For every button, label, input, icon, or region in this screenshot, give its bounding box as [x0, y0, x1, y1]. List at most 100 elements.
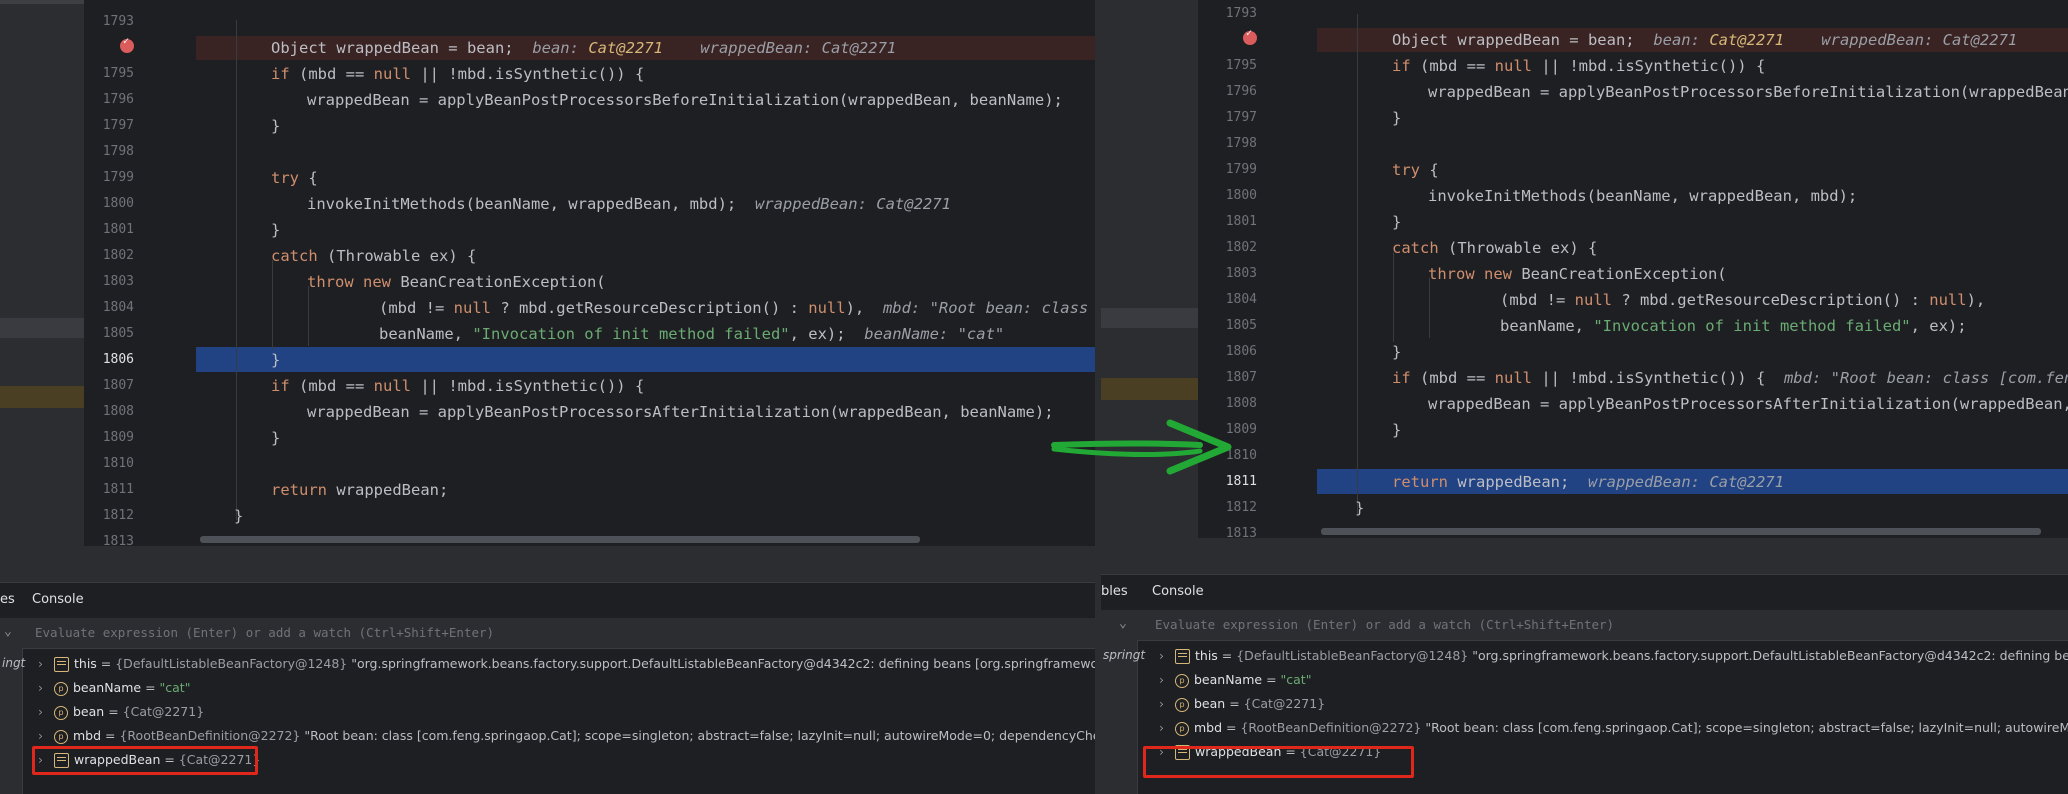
line-number: 1798: [102, 144, 134, 159]
code-line-1797: }: [1392, 109, 1402, 127]
line-number: 1798: [1225, 136, 1257, 151]
code-line-1807: if (mbd == null || !mbd.isSynthetic()) {: [271, 377, 645, 395]
code-line-1799: try {: [1392, 161, 1439, 179]
line-number: 1808: [102, 404, 134, 419]
chevron-right-icon[interactable]: ›: [38, 652, 54, 676]
indent-guide: [1429, 278, 1430, 338]
tab-variables[interactable]: es: [0, 592, 15, 607]
annotation-arrow-icon: [1051, 419, 1232, 475]
code-line-1805: beanName, "Invocation of init method fai…: [379, 325, 1005, 343]
line-number: 1807: [102, 378, 134, 393]
code-line-1808: wrappedBean = applyBeanPostProcessorsAft…: [1428, 395, 2068, 413]
code-editor[interactable]: 1793 1795 1796 1797 1798 1799 1800 1801 …: [1101, 0, 2068, 538]
line-number: 1813: [102, 534, 134, 546]
code-line-1807: if (mbd == null || !mbd.isSynthetic()) {…: [1392, 369, 2068, 387]
breakpoint-icon[interactable]: [120, 36, 134, 53]
tab-console[interactable]: Console: [32, 592, 84, 607]
field-icon: [1175, 649, 1190, 664]
line-number: 1797: [1225, 110, 1257, 125]
variable-row-this[interactable]: › this = {DefaultListableBeanFactory@1248…: [38, 652, 1095, 676]
tab-console[interactable]: Console: [1152, 584, 1204, 599]
line-number: 1812: [1225, 500, 1257, 515]
line-number: 1799: [1225, 162, 1257, 177]
line-number: 1802: [1225, 240, 1257, 255]
indent-guide: [272, 260, 273, 350]
parameter-icon: p: [1175, 721, 1189, 736]
code-line-1801: }: [1392, 213, 1402, 231]
code-line-1809: }: [1392, 421, 1402, 439]
line-number: 1800: [1225, 188, 1257, 203]
line-number: 1804: [1225, 292, 1257, 307]
execution-point-highlight: [196, 347, 1095, 372]
field-icon: [54, 657, 69, 672]
chevron-right-icon[interactable]: ›: [1159, 644, 1175, 668]
line-number: 1795: [102, 66, 134, 81]
line-number: 1797: [102, 118, 134, 133]
code-line-1802: catch (Throwable ex) {: [271, 247, 477, 265]
code-line-1804: (mbd != null ? mbd.getResourceDescriptio…: [1500, 291, 1986, 309]
line-number: 1811: [1225, 474, 1257, 489]
line-number: 1799: [102, 170, 134, 185]
annotation-highlight-box: [32, 746, 258, 775]
chevron-right-icon[interactable]: ›: [38, 700, 54, 724]
debug-toolbar: [1101, 538, 2068, 575]
panel-selection: [1101, 308, 1198, 328]
variable-row-bean[interactable]: › p bean = {Cat@2271}: [38, 700, 204, 724]
code-line-1806: }: [271, 351, 281, 369]
left-debug-window: 1793 1795 1796 1797 1798 1799 1800 1801 …: [0, 0, 1095, 794]
horizontal-scrollbar[interactable]: [1321, 528, 2041, 535]
code-line-1805: beanName, "Invocation of init method fai…: [1500, 317, 1967, 335]
code-line-1794: Object wrappedBean = bean; bean: Cat@227…: [271, 39, 897, 57]
indent-guide: [308, 286, 309, 346]
evaluate-expression-field[interactable]: ⌄ Evaluate expression (Enter) or add a w…: [0, 618, 1095, 649]
frames-label: springt: [1103, 648, 1146, 662]
chevron-right-icon[interactable]: ›: [1159, 668, 1175, 692]
line-number: 1806: [1225, 344, 1257, 359]
code-line-1811: return wrappedBean; wrappedBean: Cat@227…: [1392, 473, 1784, 491]
project-panel-strip: [0, 0, 84, 546]
line-number: 1812: [102, 508, 134, 523]
line-number: 1803: [102, 274, 134, 289]
horizontal-scrollbar[interactable]: [200, 536, 920, 543]
variable-row-mbd[interactable]: › p mbd = {RootBeanDefinition@2272} "Root …: [38, 724, 1095, 748]
chevron-right-icon[interactable]: ›: [38, 676, 54, 700]
frames-strip: springt: [1101, 640, 1145, 794]
chevron-right-icon[interactable]: ›: [1159, 692, 1175, 716]
variable-row-beanName[interactable]: › p beanName = "cat": [1159, 668, 1311, 692]
code-line-1795: if (mbd == null || !mbd.isSynthetic()) {: [271, 65, 645, 83]
panel-selection: [0, 318, 84, 338]
indent-guide: [236, 20, 237, 520]
evaluate-expression-field[interactable]: ⌄ Evaluate expression (Enter) or add a w…: [1101, 610, 2068, 641]
breakpoint-icon[interactable]: [1243, 28, 1257, 45]
variable-row-mbd[interactable]: › p mbd = {RootBeanDefinition@2272} "Root …: [1159, 716, 2068, 740]
panel-mark: [0, 0, 84, 4]
parameter-icon: p: [54, 681, 68, 696]
chevron-down-icon[interactable]: ⌄: [1119, 616, 1127, 631]
code-line-1811: return wrappedBean;: [271, 481, 449, 499]
line-number: 1808: [1225, 396, 1257, 411]
chevron-right-icon[interactable]: ›: [38, 724, 54, 748]
chevron-down-icon[interactable]: ⌄: [4, 624, 12, 639]
line-number-gutter: 1793 1795 1796 1797 1798 1799 1800 1801 …: [84, 0, 196, 546]
tab-variables[interactable]: bles: [1101, 584, 1128, 599]
annotation-highlight-box: [1143, 746, 1414, 778]
code-line-1808: wrappedBean = applyBeanPostProcessorsAft…: [307, 403, 1054, 421]
parameter-icon: p: [1175, 697, 1189, 712]
debug-tabs: es Console: [0, 582, 1095, 619]
line-number: 1809: [102, 430, 134, 445]
code-line-1806: }: [1392, 343, 1402, 361]
chevron-right-icon[interactable]: ›: [1159, 716, 1175, 740]
code-editor[interactable]: 1793 1795 1796 1797 1798 1799 1800 1801 …: [0, 0, 1095, 546]
variable-row-this[interactable]: › this = {DefaultListableBeanFactory@1248…: [1159, 644, 2068, 668]
line-number: 1801: [1225, 214, 1257, 229]
code-line-1803: throw new BeanCreationException(: [1428, 265, 1727, 283]
variable-row-bean[interactable]: › p bean = {Cat@2271}: [1159, 692, 1325, 716]
indent-guide: [1393, 252, 1394, 342]
code-line-1796: wrappedBean = applyBeanPostProcessorsBef…: [307, 91, 1063, 109]
debug-toolbar: [0, 546, 1095, 583]
panel-highlight: [1101, 378, 1198, 400]
parameter-icon: p: [54, 729, 68, 744]
line-number: 1811: [102, 482, 134, 497]
indent-guide: [1357, 14, 1358, 514]
variable-row-beanName[interactable]: › p beanName = "cat": [38, 676, 190, 700]
